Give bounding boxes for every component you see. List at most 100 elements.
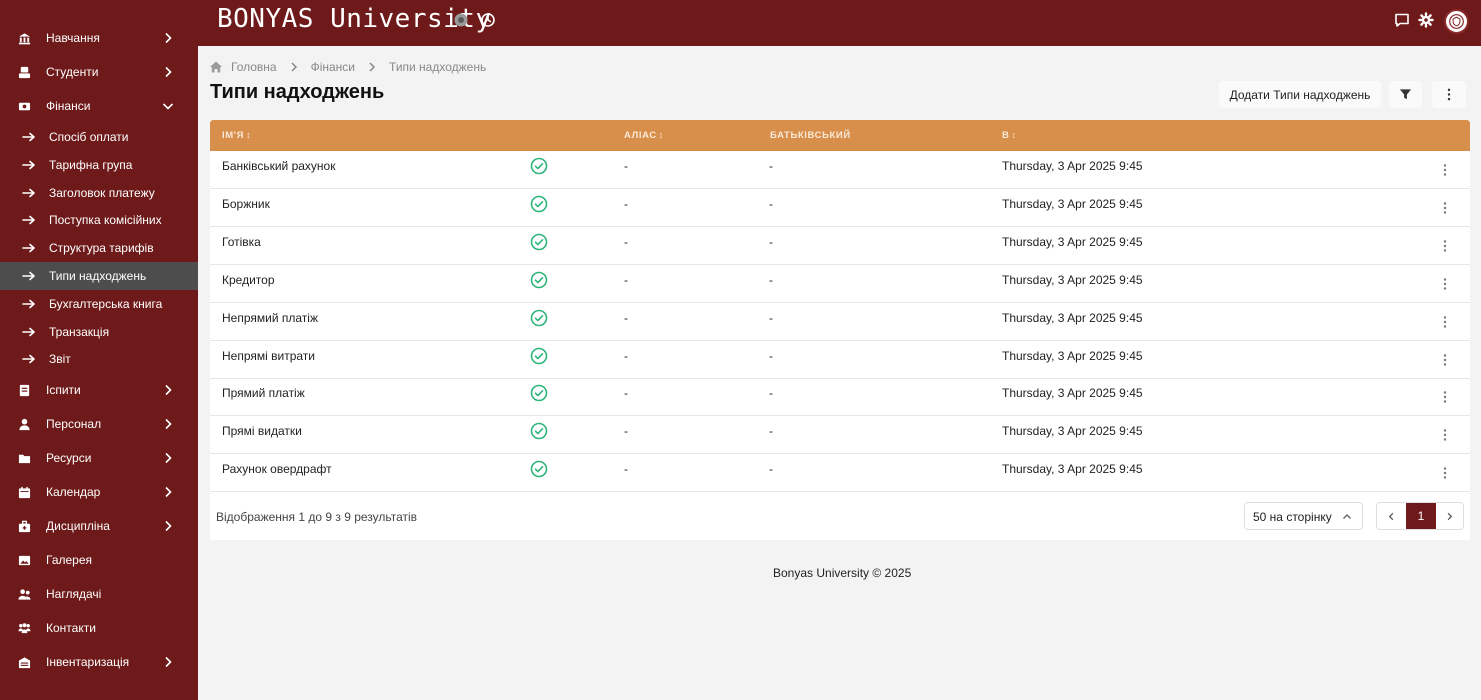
cell-date: Thursday, 3 Apr 2025 9:45 bbox=[1002, 234, 1143, 249]
cell-name: Боржник bbox=[222, 196, 270, 211]
building-icon bbox=[18, 32, 31, 45]
sidebar-student-item[interactable]: Студенти bbox=[0, 55, 198, 89]
row-actions-icon[interactable] bbox=[1440, 315, 1450, 329]
breadcrumb-home[interactable]: Головна bbox=[231, 60, 277, 74]
check-circle-icon bbox=[530, 460, 548, 478]
chevron-right-icon bbox=[291, 62, 297, 72]
cell-alias: - bbox=[624, 196, 628, 211]
sidebar-finance-subitem[interactable]: Спосіб оплати bbox=[0, 123, 198, 151]
row-actions-icon[interactable] bbox=[1440, 163, 1450, 177]
sidebar-finance-subitem[interactable]: Тарифна група bbox=[0, 151, 198, 179]
row-actions-icon[interactable] bbox=[1440, 428, 1450, 442]
results-count: Відображення 1 до 9 з 9 результатів bbox=[216, 510, 418, 524]
sidebar-building-item[interactable]: Навчання bbox=[0, 21, 198, 55]
check-circle-icon bbox=[530, 271, 548, 289]
breadcrumb-current: Типи надходжень bbox=[389, 60, 487, 74]
sidebar-guardians-item[interactable]: Наглядачі bbox=[0, 577, 198, 611]
sidebar-finance-subitem[interactable]: Транзакція bbox=[0, 318, 198, 346]
sidebar-finance-subitem[interactable]: Заголовок платежу bbox=[0, 179, 198, 207]
cell-alias: - bbox=[624, 159, 628, 173]
check-circle-icon bbox=[530, 309, 548, 327]
arrow-right-icon bbox=[22, 326, 36, 338]
arrow-right-icon bbox=[22, 298, 36, 310]
table-row[interactable]: Непрямий платіж - - Thursday, 3 Apr 2025 9:… bbox=[210, 303, 1470, 341]
filter-button[interactable] bbox=[1389, 81, 1422, 108]
sidebar-finance-subitem[interactable]: Звіт bbox=[0, 345, 198, 373]
cell-parent: - bbox=[769, 386, 773, 401]
cell-name: Прямі видатки bbox=[222, 424, 302, 439]
previous-page-button[interactable] bbox=[1377, 503, 1406, 529]
gallery-icon bbox=[18, 554, 31, 567]
sidebar-finance-subitem[interactable]: Структура тарифів bbox=[0, 234, 198, 262]
sidebar-person-item[interactable]: Персонал bbox=[0, 407, 198, 441]
sidebar-gallery-item[interactable]: Галерея bbox=[0, 543, 198, 577]
cell-name: Кредитор bbox=[222, 272, 275, 287]
cell-parent: - bbox=[769, 234, 773, 249]
cell-alias: - bbox=[624, 348, 628, 363]
kebab-menu-icon bbox=[1447, 88, 1451, 101]
breadcrumb-section[interactable]: Фінанси bbox=[311, 60, 355, 74]
current-page-button[interactable]: 1 bbox=[1406, 503, 1436, 529]
table-row[interactable]: Банківський рахунок - - Thursday, 3 Apr 202… bbox=[210, 151, 1470, 189]
sidebar-item-label: Студенти bbox=[46, 65, 99, 79]
clock-icon[interactable] bbox=[480, 12, 496, 28]
money-icon bbox=[18, 100, 31, 113]
table-row[interactable]: Рахунок овердрафт - - Thursday, 3 Apr 2025 … bbox=[210, 454, 1470, 493]
cell-date: Thursday, 3 Apr 2025 9:45 bbox=[1002, 159, 1143, 173]
sidebar-item-label: Ресурси bbox=[46, 451, 92, 465]
column-header-date[interactable]: В ↕ bbox=[1002, 130, 1017, 141]
sidebar-exam-item[interactable]: Іспити bbox=[0, 373, 198, 407]
arrow-right-icon bbox=[22, 353, 36, 365]
record-icon[interactable] bbox=[453, 12, 469, 28]
column-header-name[interactable]: ІМ'Я ↕ bbox=[222, 130, 251, 141]
column-header-alias[interactable]: АЛІАС ↕ bbox=[624, 130, 664, 141]
row-actions-icon[interactable] bbox=[1440, 353, 1450, 367]
sidebar-subitem-label: Бухгалтерська книга bbox=[49, 296, 163, 311]
check-circle-icon bbox=[530, 384, 548, 402]
cell-alias: - bbox=[624, 462, 628, 477]
sort-icon[interactable]: ↕ bbox=[1011, 130, 1016, 140]
arrow-right-icon bbox=[22, 214, 36, 226]
row-actions-icon[interactable] bbox=[1440, 277, 1450, 291]
home-icon[interactable] bbox=[209, 60, 223, 74]
sidebar-finance-subitem[interactable]: Бухгалтерська книга bbox=[0, 290, 198, 318]
chevron-right-icon bbox=[162, 32, 174, 44]
sidebar-contacts-item[interactable]: Контакти bbox=[0, 611, 198, 645]
sidebar-inventory-item[interactable]: Інвентаризація bbox=[0, 645, 198, 679]
cell-alias: - bbox=[624, 386, 628, 401]
sidebar-item-label: Персонал bbox=[46, 417, 102, 431]
row-actions-icon[interactable] bbox=[1440, 239, 1450, 253]
sidebar-finance-subitem[interactable]: Типи надходжень bbox=[0, 262, 198, 290]
per-page-select[interactable]: 50 на сторінку bbox=[1244, 502, 1363, 530]
row-actions-icon[interactable] bbox=[1440, 466, 1450, 480]
sidebar-money-item[interactable]: Фінанси bbox=[0, 89, 198, 123]
row-actions-icon[interactable] bbox=[1440, 390, 1450, 404]
gear-icon[interactable] bbox=[1418, 12, 1434, 28]
chevron-right-icon bbox=[369, 62, 376, 72]
table-row[interactable]: Непрямі витрати - - Thursday, 3 Apr 2025 9:… bbox=[210, 341, 1470, 379]
table-row[interactable]: Боржник - - Thursday, 3 Apr 2025 9:45 bbox=[210, 189, 1470, 227]
chat-icon[interactable] bbox=[1394, 12, 1410, 28]
user-avatar[interactable] bbox=[1444, 9, 1469, 34]
more-options-button[interactable] bbox=[1432, 81, 1466, 108]
add-income-type-button[interactable]: Додати Типи надходжень bbox=[1219, 81, 1381, 108]
cell-parent: - bbox=[769, 196, 773, 211]
sort-icon[interactable]: ↕ bbox=[246, 130, 251, 140]
table-row[interactable]: Прямі видатки - - Thursday, 3 Apr 2025 9:45 bbox=[210, 416, 1470, 455]
sidebar-discipline-item[interactable]: Дисципліна bbox=[0, 509, 198, 543]
brand-logo[interactable]: BONYAS University bbox=[217, 4, 492, 34]
table-row[interactable]: Кредитор - - Thursday, 3 Apr 2025 9:45 bbox=[210, 265, 1470, 303]
sidebar-calendar-item[interactable]: Календар bbox=[0, 475, 198, 509]
next-page-button[interactable] bbox=[1436, 503, 1463, 529]
chevron-right-icon bbox=[162, 656, 174, 668]
sidebar-folder-item[interactable]: Ресурси bbox=[0, 441, 198, 475]
sidebar-item-label: Дисципліна bbox=[46, 519, 110, 533]
chevron-right-icon bbox=[162, 452, 174, 464]
cell-parent: - bbox=[769, 159, 773, 173]
sidebar-subitem-label: Типи надходжень bbox=[49, 269, 147, 283]
sort-icon[interactable]: ↕ bbox=[659, 130, 664, 140]
row-actions-icon[interactable] bbox=[1440, 201, 1450, 215]
sidebar-finance-subitem[interactable]: Поступка комісійних bbox=[0, 206, 198, 234]
table-row[interactable]: Готівка - - Thursday, 3 Apr 2025 9:45 bbox=[210, 227, 1470, 265]
table-row[interactable]: Прямий платіж - - Thursday, 3 Apr 2025 9:45 bbox=[210, 378, 1470, 417]
